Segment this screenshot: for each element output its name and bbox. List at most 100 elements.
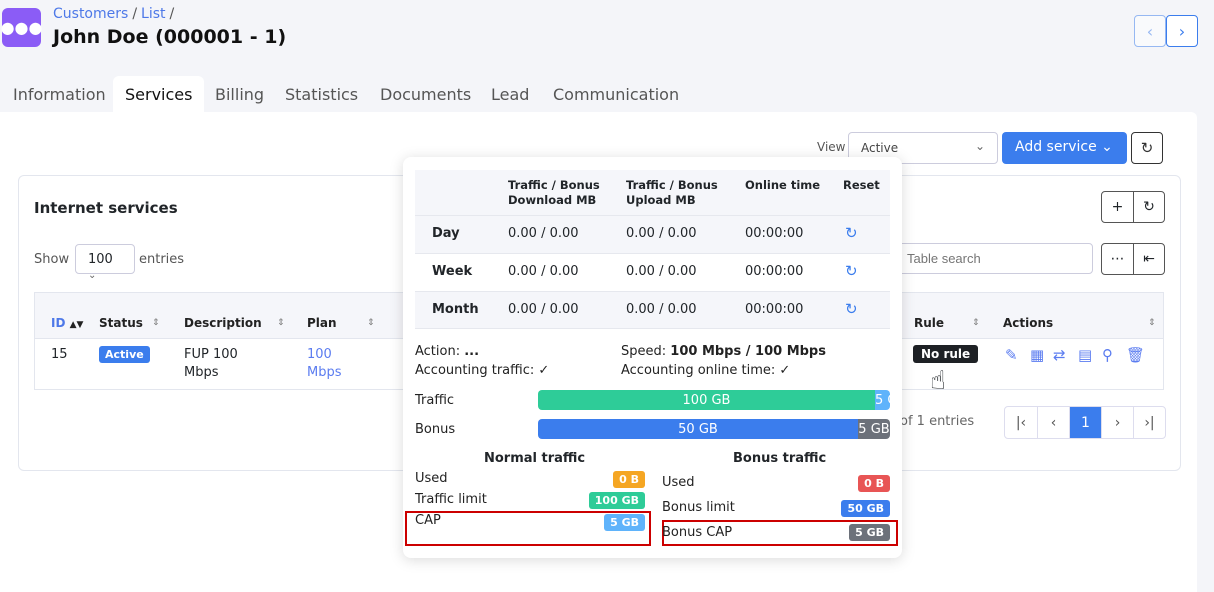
reset-icon[interactable]: ↻ bbox=[845, 300, 858, 318]
show-label: Show bbox=[34, 252, 70, 267]
row-day: Day 0.00 / 0.00 0.00 / 0.00 00:00:00 ↻ bbox=[415, 215, 890, 253]
speed-info: Speed: 100 Mbps / 100 Mbps bbox=[621, 344, 826, 359]
prev-page-icon[interactable]: ‹ bbox=[1037, 407, 1069, 438]
chevron-down-icon: ⌄ bbox=[88, 270, 97, 281]
normal-traffic-title: Normal traffic bbox=[484, 451, 586, 466]
breadcrumb: Customers / List / bbox=[53, 6, 175, 22]
table-info: of 1 entries bbox=[900, 414, 975, 429]
traffic-limit-badge: 100 GB bbox=[588, 492, 645, 509]
entries-label: entries bbox=[139, 252, 185, 267]
check-circle-icon: ✓ bbox=[538, 363, 550, 378]
chevron-left-icon: ‹ bbox=[1146, 21, 1154, 41]
next-page-icon[interactable]: › bbox=[1101, 407, 1133, 438]
calendar-icon[interactable]: ▦ bbox=[1030, 346, 1044, 364]
status-badge: Active bbox=[99, 346, 150, 363]
sort-icon[interactable]: ⇕ bbox=[367, 318, 375, 328]
rule-tooltip: No rule bbox=[913, 345, 979, 363]
cell-plan-link[interactable]: 100 Mbps bbox=[307, 346, 357, 382]
header-download: Traffic / Bonus Download MB bbox=[508, 178, 600, 207]
column-rule[interactable]: Rule bbox=[914, 316, 944, 330]
sort-icon[interactable]: ⇕ bbox=[152, 318, 160, 328]
add-service-label: Add service bbox=[1015, 139, 1097, 155]
pagination: |‹ ‹ 1 › ›| bbox=[1004, 406, 1166, 439]
refresh-button[interactable]: ↻ bbox=[1131, 132, 1163, 164]
bonus-traffic-title: Bonus traffic bbox=[733, 451, 827, 466]
column-actions: Actions bbox=[1003, 316, 1054, 330]
bonus-bar: 50 GB 5 GB bbox=[538, 419, 890, 439]
breadcrumb-customers[interactable]: Customers bbox=[53, 6, 128, 22]
header-online: Online time bbox=[745, 178, 821, 192]
reset-icon[interactable]: ↻ bbox=[845, 224, 858, 242]
panel-title: Internet services bbox=[34, 199, 178, 217]
bonus-cap-label: Bonus CAP bbox=[662, 525, 733, 540]
entries-select[interactable]: 100 ⌄ bbox=[75, 244, 135, 281]
bonus-label: Bonus bbox=[415, 422, 456, 437]
column-description[interactable]: Description bbox=[184, 316, 262, 330]
view-label: View bbox=[817, 140, 846, 154]
view-value: Active bbox=[861, 141, 899, 155]
traffic-bar: 100 GB 5 GB bbox=[538, 390, 890, 410]
tab-statistics[interactable]: Statistics bbox=[273, 76, 370, 112]
traffic-bar-cap: 5 GB bbox=[875, 390, 890, 410]
delete-icon[interactable]: 🗑 bbox=[1126, 346, 1145, 364]
entries-value: 100 bbox=[88, 252, 113, 267]
statistics-icon[interactable]: ▤ bbox=[1078, 346, 1092, 364]
prev-button[interactable]: ‹ bbox=[1134, 15, 1166, 47]
export-icon[interactable]: ⇤ bbox=[1133, 244, 1164, 274]
accounting-online-time: Accounting online time: ✓ bbox=[621, 363, 791, 378]
tab-communication[interactable]: Communication bbox=[541, 76, 691, 112]
column-id[interactable]: ID ▲▼ bbox=[51, 316, 83, 330]
cell-description: FUP 100 Mbps bbox=[184, 347, 238, 380]
first-page-icon[interactable]: |‹ bbox=[1005, 407, 1037, 438]
action-info: Action: ... bbox=[415, 344, 480, 359]
tab-services[interactable]: Services bbox=[113, 76, 205, 112]
hand-cursor-icon: ☝ bbox=[930, 366, 946, 396]
sort-icon[interactable]: ⇕ bbox=[277, 318, 285, 328]
column-status[interactable]: Status bbox=[99, 316, 143, 330]
more-icon[interactable]: ⋯ bbox=[1102, 244, 1133, 274]
cap-badge: 5 GB bbox=[604, 514, 645, 531]
traffic-label: Traffic bbox=[415, 393, 455, 408]
cap-label: CAP bbox=[415, 513, 441, 528]
location-icon[interactable]: ⚲ bbox=[1102, 346, 1113, 364]
bonus-bar-main: 50 GB bbox=[538, 419, 858, 439]
table-tools: ⋯ ⇤ bbox=[1101, 243, 1165, 275]
traffic-bar-main: 100 GB bbox=[538, 390, 875, 410]
tab-lead[interactable]: Lead bbox=[479, 76, 541, 112]
reset-icon[interactable]: ↻ bbox=[845, 262, 858, 280]
chevron-down-icon: ⌄ bbox=[974, 139, 985, 153]
bonus-cap-badge: 5 GB bbox=[849, 524, 890, 541]
tab-documents[interactable]: Documents bbox=[368, 76, 483, 112]
last-page-icon[interactable]: ›| bbox=[1133, 407, 1165, 438]
page-title: John Doe (000001 - 1) bbox=[53, 26, 287, 48]
normal-used-badge: 0 B bbox=[613, 471, 645, 488]
breadcrumb-list[interactable]: List bbox=[141, 6, 165, 22]
tab-billing[interactable]: Billing bbox=[203, 76, 276, 112]
row-week: Week 0.00 / 0.00 0.00 / 0.00 00:00:00 ↻ bbox=[415, 253, 890, 291]
tab-information[interactable]: Information bbox=[1, 76, 118, 112]
chevron-down-icon: ⌄ bbox=[1101, 139, 1113, 155]
bonus-bar-cap: 5 GB bbox=[858, 419, 890, 439]
traffic-table-header: Traffic / Bonus Download MB Traffic / Bo… bbox=[415, 170, 890, 215]
bonus-limit-label: Bonus limit bbox=[662, 500, 735, 515]
column-plan[interactable]: Plan bbox=[307, 316, 337, 330]
sort-icon[interactable]: ⇕ bbox=[1148, 318, 1156, 328]
traffic-table: Traffic / Bonus Download MB Traffic / Bo… bbox=[415, 170, 890, 329]
refresh-icon: ↻ bbox=[1140, 139, 1154, 157]
table-search-input[interactable] bbox=[897, 243, 1093, 274]
bonus-limit-badge: 50 GB bbox=[841, 500, 890, 517]
next-button[interactable]: › bbox=[1166, 15, 1198, 47]
customers-logo-icon: ●●● bbox=[1, 8, 42, 47]
refresh-icon[interactable]: ↻ bbox=[1133, 192, 1164, 222]
add-service-button[interactable]: Add service ⌄ bbox=[1002, 132, 1127, 164]
page-current[interactable]: 1 bbox=[1069, 407, 1101, 438]
edit-icon[interactable]: ✎ bbox=[1005, 346, 1018, 364]
bonus-used-label: Used bbox=[662, 475, 695, 490]
add-icon[interactable]: + bbox=[1102, 192, 1133, 222]
chevron-right-icon: › bbox=[1178, 21, 1186, 41]
sort-icon[interactable]: ⇕ bbox=[972, 318, 980, 328]
header-reset: Reset bbox=[843, 178, 880, 192]
change-plan-icon[interactable]: ⇄ bbox=[1053, 346, 1066, 364]
bonus-used-badge: 0 B bbox=[858, 475, 890, 492]
accounting-traffic: Accounting traffic: ✓ bbox=[415, 363, 550, 378]
